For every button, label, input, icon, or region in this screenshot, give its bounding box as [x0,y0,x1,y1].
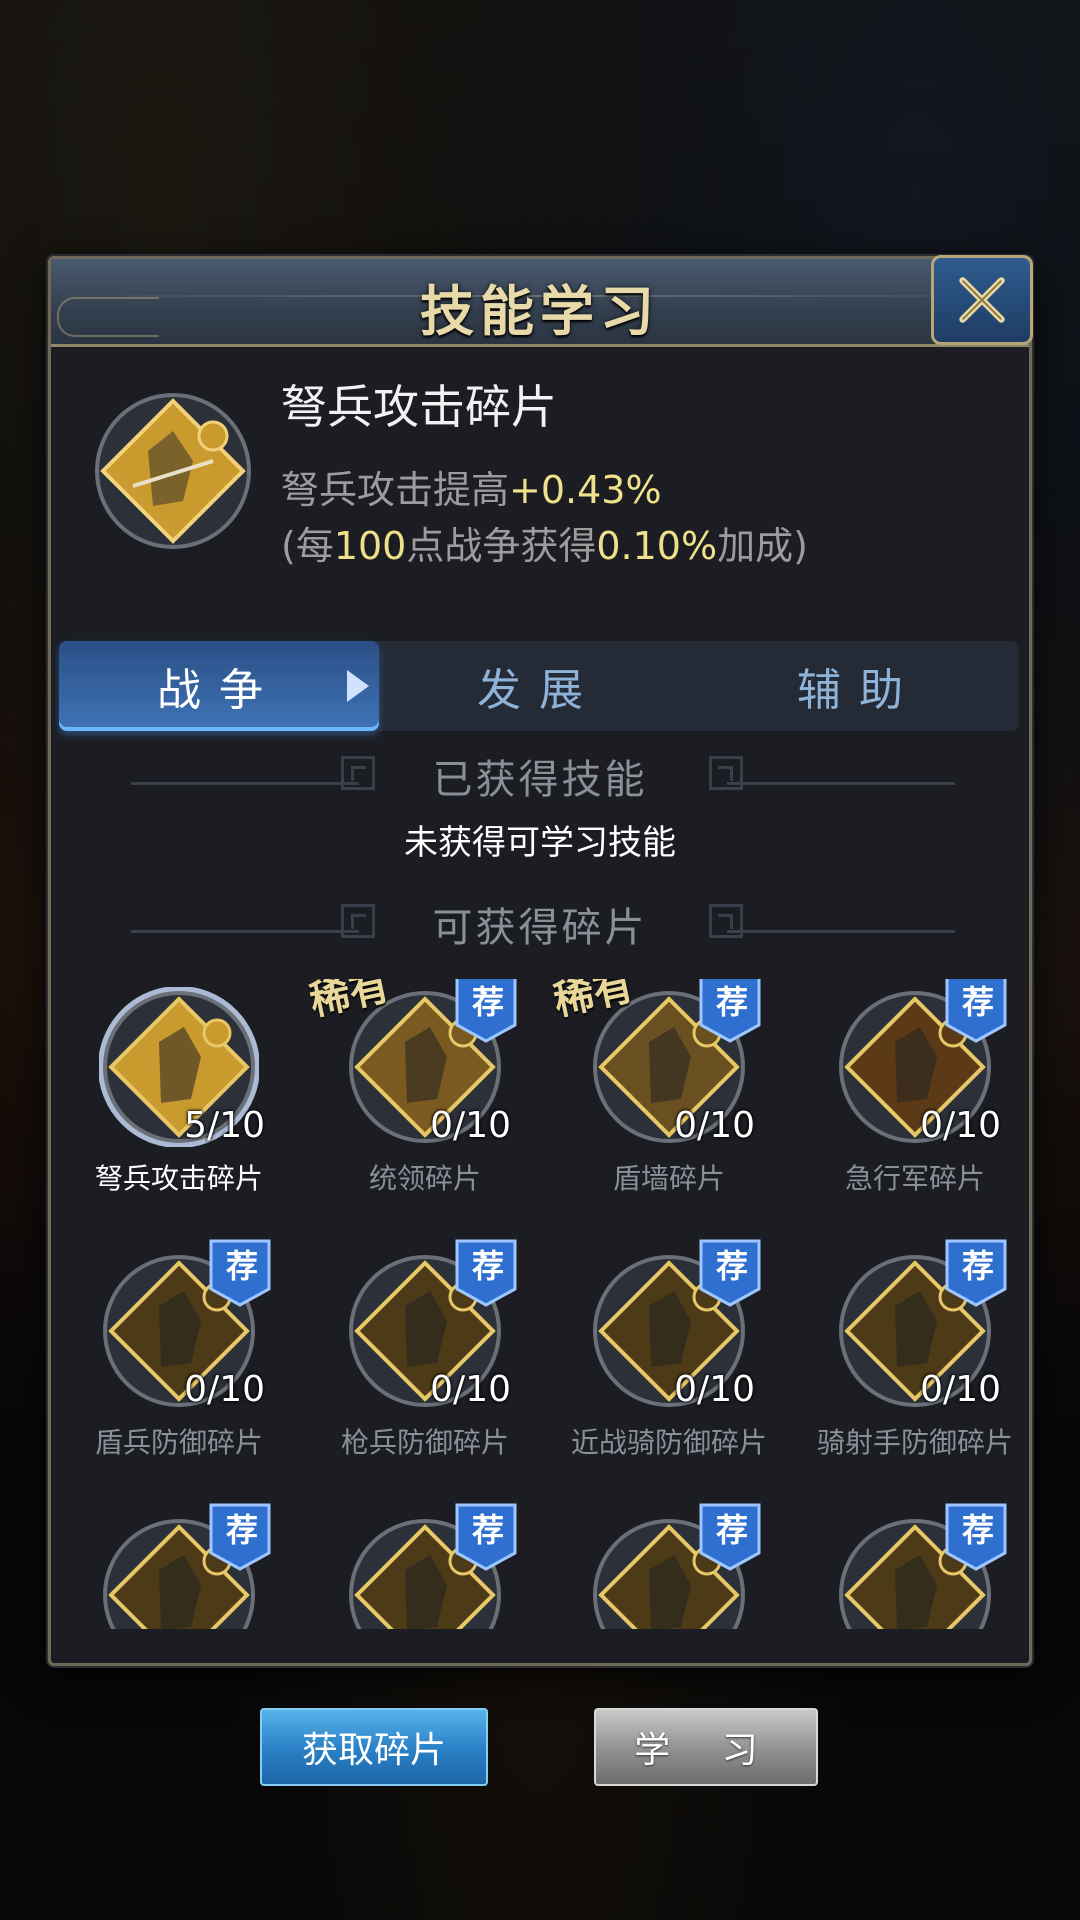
rate-text-a: (每 [281,524,334,568]
fragment-label: 盾墙碎片 [612,1162,725,1195]
acquired-skills-title: 已获得技能 [432,757,648,803]
recommend-badge-label: 荐 [471,983,504,1021]
recommend-badge-label: 荐 [715,1511,748,1549]
fragment-label: 骑射手防御碎片 [816,1426,1013,1459]
fragment-item[interactable]: 荐 [793,1503,1029,1629]
tab-support-label: 辅助 [797,665,921,716]
fragment-name: 弩兵攻击碎片 [281,380,557,434]
get-fragments-button[interactable]: 获取碎片 [260,1708,488,1786]
fragment-count: 0/10 [430,1369,511,1410]
fragment-rate-line: (每100点战争获得0.10%加成) [281,515,808,570]
close-icon [959,277,1005,323]
fragment-count: 0/10 [920,1105,1001,1146]
fragment-count: 0/10 [674,1369,755,1410]
fragment-label: 枪兵防御碎片 [340,1426,509,1459]
category-tabs: 战争 发展 辅助 [59,641,1019,731]
tab-development[interactable]: 发展 [379,641,699,731]
no-skills-message: 未获得可学习技能 [404,823,676,863]
rate-points: 100 [333,524,407,568]
fragment-item[interactable]: 荐 0/10 骑射手防御碎片 [793,1239,1029,1507]
rate-text-e: 加成) [717,524,808,568]
fragment-label: 急行军碎片 [844,1162,985,1195]
fragment-main-icon [95,393,251,549]
rate-percent: 0.10% [596,524,718,568]
recommend-badge-label: 荐 [961,1247,994,1285]
rate-text-c: 点战争获得 [406,524,597,568]
fragment-item[interactable]: 荐 0/10 近战骑防御碎片 [547,1239,791,1507]
fragment-item[interactable]: 荐 [57,1503,301,1629]
fragment-item[interactable]: 荐 0/10 盾兵防御碎片 [57,1239,301,1507]
recommend-badge-label: 荐 [225,1511,258,1549]
fragment-label: 近战骑防御碎片 [570,1426,767,1459]
obtainable-fragments-title: 可获得碎片 [432,905,648,951]
fragment-item[interactable]: 稀有荐 0/10 统领碎片 [303,979,547,1243]
recommend-badge-label: 荐 [225,1247,258,1285]
fragment-item[interactable]: 荐 [547,1503,791,1629]
fragment-count: 0/10 [920,1369,1001,1410]
fragment-item[interactable]: 5/10 弩兵攻击碎片 [57,979,301,1243]
recommend-badge-label: 荐 [715,1247,748,1285]
fragment-item[interactable]: 荐 [303,1503,547,1629]
recommend-badge-label: 荐 [471,1247,504,1285]
bonus-value: +0.43% [509,468,662,512]
fragment-count: 0/10 [430,1105,511,1146]
recommend-badge-label: 荐 [961,1511,994,1549]
bonus-prefix: 弩兵攻击提高 [281,468,510,512]
dialog-title-bar: 技能学习 [51,255,1033,347]
tab-war[interactable]: 战争 [59,641,379,731]
fragment-label: 盾兵防御碎片 [94,1426,263,1459]
skill-learning-dialog: 技能学习 弩兵攻击碎片 弩兵攻击提高+0.43% (每100点战争获得0.10%… [48,255,1033,1666]
fragment-grid: 5/10 弩兵攻击碎片 稀有荐 0/10 统领碎片 稀有荐 0/10 盾墙碎片荐 0/10 急行军… [51,979,1029,1629]
learn-button[interactable]: 学 习 [594,1708,818,1786]
fragment-bonus-line: 弩兵攻击提高+0.43% [281,459,662,514]
fragment-label: 统领碎片 [368,1162,481,1195]
arrow-right-icon [347,670,369,702]
tab-support[interactable]: 辅助 [699,641,1019,731]
fragment-count: 5/10 [184,1105,265,1146]
fragment-count: 0/10 [184,1369,265,1410]
recommend-badge-label: 荐 [715,983,748,1021]
fragment-item[interactable]: 荐 0/10 急行军碎片 [793,979,1029,1243]
recommend-badge-label: 荐 [961,983,994,1021]
fragment-item[interactable]: 荐 0/10 枪兵防御碎片 [303,1239,547,1507]
recommend-badge-label: 荐 [471,1511,504,1549]
fragment-count: 0/10 [674,1105,755,1146]
tab-war-label: 战争 [157,665,281,716]
tab-development-label: 发展 [477,665,601,716]
fragment-label: 弩兵攻击碎片 [94,1162,263,1195]
fragment-item[interactable]: 稀有荐 0/10 盾墙碎片 [547,979,791,1243]
close-button[interactable] [931,255,1033,345]
dialog-title: 技能学习 [420,279,660,343]
